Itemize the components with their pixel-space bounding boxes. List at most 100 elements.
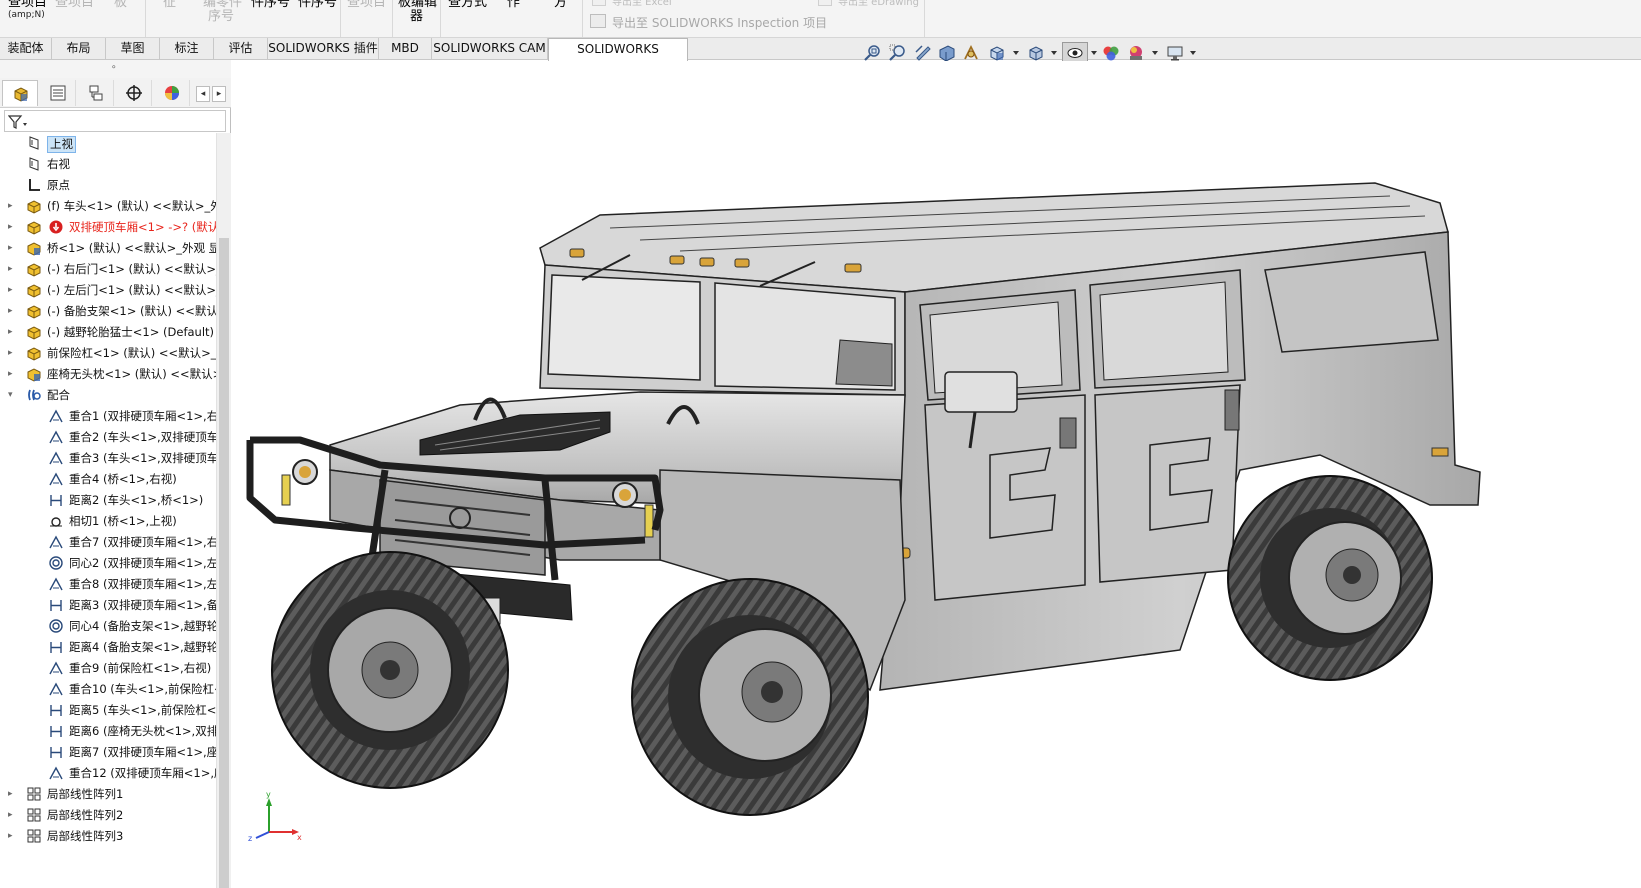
- tab-layout[interactable]: 布局: [52, 38, 106, 60]
- tab-mbd[interactable]: MBD: [379, 38, 432, 60]
- export-edrawing-button[interactable]: 导出至 eDrawing: [838, 0, 919, 8]
- expand-arrow-icon[interactable]: ▸: [8, 201, 13, 211]
- tab-scroll-right-button[interactable]: ▸: [212, 86, 226, 102]
- edit-appearance-icon[interactable]: [1102, 44, 1120, 62]
- ribbon-btn-2[interactable]: 板: [114, 0, 127, 10]
- tree-item[interactable]: ▸ 座椅无头枕<1> (默认) <<默认>_: [0, 364, 216, 385]
- tree-item[interactable]: 同心2 (双排硬顶车厢<1>,左: [0, 553, 216, 574]
- tree-item[interactable]: 相切1 (桥<1>,上视): [0, 511, 216, 532]
- tree-item[interactable]: ▸ (f) 车头<1> (默认) <<默认>_外: [0, 196, 216, 217]
- tree-item[interactable]: ▸ (-) 左后门<1> (默认) <<默认>_: [0, 280, 216, 301]
- expand-arrow-icon[interactable]: ▸: [8, 327, 13, 337]
- ribbon-btn-0[interactable]: 查项目: [8, 0, 47, 10]
- tree-item[interactable]: ▸ 桥<1> (默认) <<默认>_外观 显: [0, 238, 216, 259]
- tree-item[interactable]: 重合7 (双排硬顶车厢<1>,右: [0, 532, 216, 553]
- ribbon-btn-5[interactable]: 件序号: [251, 0, 290, 10]
- expand-arrow-icon[interactable]: ▸: [8, 789, 13, 799]
- chevron-down-icon[interactable]: [1091, 51, 1097, 55]
- expand-arrow-icon[interactable]: ▸: [8, 831, 13, 841]
- featuremanager-tab[interactable]: [2, 80, 38, 106]
- tab-assembly[interactable]: 装配体: [0, 38, 52, 60]
- panel-grip[interactable]: ⚬: [0, 60, 231, 78]
- previous-view-icon[interactable]: [914, 44, 932, 62]
- expand-arrow-icon[interactable]: ▸: [8, 369, 13, 379]
- expand-arrow-icon[interactable]: ▸: [8, 285, 13, 295]
- section-view-icon[interactable]: [938, 44, 956, 62]
- tree-item[interactable]: 同心4 (备胎支架<1>,越野轮: [0, 616, 216, 637]
- dimxpert-tab[interactable]: [116, 80, 152, 106]
- expand-arrow-icon[interactable]: ▸: [8, 243, 13, 253]
- ribbon-btn-10[interactable]: 作: [507, 0, 520, 10]
- tab-inspection[interactable]: SOLIDWORKS Inspection: [548, 38, 688, 77]
- tree-item[interactable]: 重合4 (桥<1>,右视): [0, 469, 216, 490]
- tree-item[interactable]: 原点: [0, 175, 216, 196]
- export-inspection-button[interactable]: 导出至 SOLIDWORKS Inspection 项目: [612, 14, 827, 31]
- chevron-down-icon[interactable]: [1013, 51, 1019, 55]
- tree-item[interactable]: ▸ 前保险杠<1> (默认) <<默认>_外: [0, 343, 216, 364]
- x-axis-label: x: [297, 833, 302, 842]
- tree-item[interactable]: 重合2 (车头<1>,双排硬顶车: [0, 427, 216, 448]
- ribbon-btn-1[interactable]: 查项目: [55, 0, 94, 10]
- expand-arrow-icon[interactable]: ▸: [8, 306, 13, 316]
- collapse-arrow-icon[interactable]: ▾: [8, 390, 13, 400]
- expand-arrow-icon[interactable]: ▸: [8, 810, 13, 820]
- ribbon-btn-3[interactable]: 征: [163, 0, 176, 10]
- tree-item[interactable]: 距离2 (车头<1>,桥<1>): [0, 490, 216, 511]
- chevron-down-icon[interactable]: [1051, 51, 1057, 55]
- chevron-down-icon[interactable]: [1152, 51, 1158, 55]
- expand-arrow-icon[interactable]: ▸: [8, 348, 13, 358]
- zoom-to-area-icon[interactable]: [889, 44, 907, 62]
- tree-item[interactable]: ▸ 局部线性阵列1: [0, 784, 216, 805]
- ribbon-btn-6[interactable]: 件序号: [298, 0, 337, 10]
- tab-evaluate[interactable]: 评估: [214, 38, 268, 60]
- suv-model[interactable]: [232, 61, 1641, 888]
- expand-arrow-icon[interactable]: ▸: [8, 222, 13, 232]
- tab-scroll-left-button[interactable]: ◂: [196, 86, 210, 102]
- hide-show-items-icon[interactable]: [1066, 44, 1084, 62]
- tab-sketch[interactable]: 草图: [106, 38, 160, 60]
- tree-item[interactable]: 距离7 (双排硬顶车厢<1>,座: [0, 742, 216, 763]
- tree-item[interactable]: 距离4 (备胎支架<1>,越野轮: [0, 637, 216, 658]
- tree-item[interactable]: 重合9 (前保险杠<1>,右视): [0, 658, 216, 679]
- tree-item[interactable]: 距离5 (车头<1>,前保险杠<1: [0, 700, 216, 721]
- coincident-icon: [49, 766, 63, 780]
- tree-item[interactable]: ▸ (-) 备胎支架<1> (默认) <<默认: [0, 301, 216, 322]
- ribbon-btn-11[interactable]: 方: [554, 0, 567, 10]
- tree-item[interactable]: 重合12 (双排硬顶车厢<1>,座: [0, 763, 216, 784]
- display-manager-tab[interactable]: [154, 80, 190, 106]
- tree-item[interactable]: 右视: [0, 154, 216, 175]
- configurationmanager-tab[interactable]: [78, 80, 114, 106]
- tree-item[interactable]: ▸ 双排硬顶车厢<1> ->? (默认: [0, 217, 216, 238]
- tree-item[interactable]: 距离3 (双排硬顶车厢<1>,备: [0, 595, 216, 616]
- view-settings-icon[interactable]: [1166, 44, 1184, 62]
- tree-filter-input[interactable]: [4, 110, 226, 132]
- ribbon-btn-9[interactable]: 查方式: [448, 0, 487, 10]
- tree-item[interactable]: ▸ 局部线性阵列2: [0, 805, 216, 826]
- zoom-to-fit-icon[interactable]: [864, 44, 882, 62]
- ribbon-btn-7[interactable]: 查项目: [347, 0, 386, 10]
- tree-scrollbar[interactable]: [216, 133, 231, 888]
- tree-item[interactable]: ▸ 局部线性阵列3: [0, 826, 216, 847]
- expand-arrow-icon[interactable]: ▸: [8, 264, 13, 274]
- view-orientation-icon[interactable]: [988, 44, 1006, 62]
- propertymanager-tab[interactable]: [40, 80, 76, 106]
- apply-scene-icon[interactable]: [1127, 44, 1145, 62]
- scrollbar-thumb[interactable]: [219, 238, 229, 888]
- tree-item[interactable]: 重合1 (双排硬顶车厢<1>,右: [0, 406, 216, 427]
- dynamic-annotation-icon[interactable]: [962, 44, 980, 62]
- tree-item[interactable]: 重合8 (双排硬顶车厢<1>,左: [0, 574, 216, 595]
- tree-item[interactable]: 重合3 (车头<1>,双排硬顶车: [0, 448, 216, 469]
- display-style-icon[interactable]: [1027, 44, 1045, 62]
- tree-item[interactable]: 上视: [0, 133, 216, 154]
- tree-item[interactable]: ▸ (-) 越野轮胎猛士<1> (Default) <: [0, 322, 216, 343]
- tree-item[interactable]: 距离6 (座椅无头枕<1>,双排: [0, 721, 216, 742]
- tab-addins[interactable]: SOLIDWORKS 插件: [268, 38, 379, 60]
- tab-cam[interactable]: SOLIDWORKS CAM: [432, 38, 548, 60]
- graphics-area[interactable]: [232, 61, 1641, 888]
- tree-item[interactable]: ▸ (-) 右后门<1> (默认) <<默认>_: [0, 259, 216, 280]
- tree-item[interactable]: 重合10 (车头<1>,前保险杠<: [0, 679, 216, 700]
- tree-item[interactable]: ▾ 配合: [0, 385, 216, 406]
- chevron-down-icon[interactable]: [1190, 51, 1196, 55]
- tab-markup[interactable]: 标注: [160, 38, 214, 60]
- export-excel-button[interactable]: 导出至 Excel: [612, 0, 672, 8]
